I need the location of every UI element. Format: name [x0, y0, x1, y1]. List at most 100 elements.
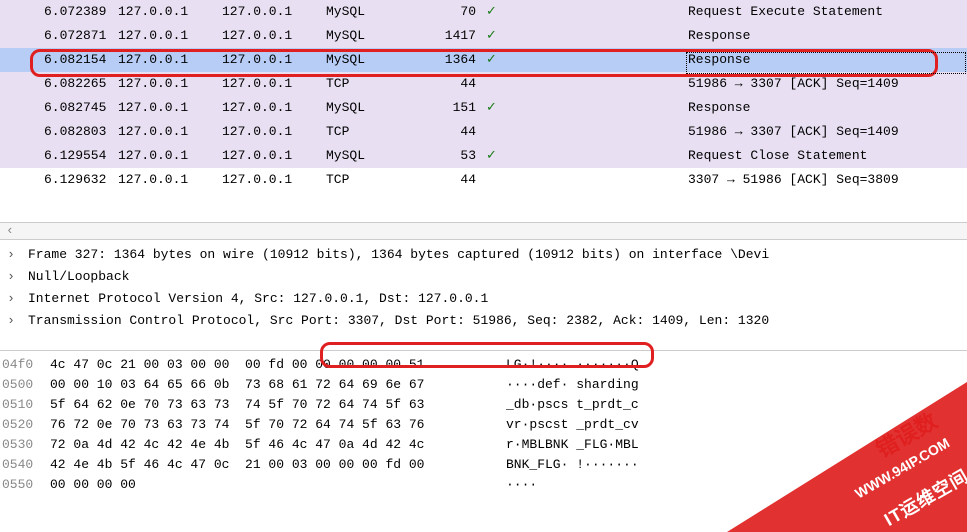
pad [524, 72, 688, 96]
scroll-left-icon[interactable]: ‹ [6, 223, 14, 238]
pad [524, 168, 688, 192]
proto-cell: MySQL [326, 24, 422, 48]
proto-cell: TCP [326, 168, 422, 192]
dst-cell: 127.0.0.1 [222, 72, 326, 96]
info-cell: 51986 → 3307 [ACK] Seq=1409 [688, 120, 967, 144]
proto-cell: MySQL [326, 144, 422, 168]
pad [524, 144, 688, 168]
table-row[interactable]: 6.072871 127.0.0.1 127.0.0.1 MySQL 1417 … [0, 24, 967, 48]
pad [524, 0, 688, 24]
pad [524, 120, 688, 144]
detail-text: Internet Protocol Version 4, Src: 127.0.… [22, 288, 967, 310]
info-cell: 51986 → 3307 [ACK] Seq=1409 [688, 72, 967, 96]
hex-bytes: 4c 47 0c 21 00 03 00 00 00 fd 00 00 00 0… [40, 355, 492, 375]
dst-cell: 127.0.0.1 [222, 48, 326, 72]
hex-offset: 0520 [0, 415, 40, 435]
detail-text: Transmission Control Protocol, Src Port:… [22, 310, 967, 332]
len-cell: 70 [422, 0, 486, 24]
time-cell: 6.072389 [0, 0, 118, 24]
hex-bytes: 76 72 0e 70 73 63 73 74 5f 70 72 64 74 5… [40, 415, 492, 435]
time-cell: 6.082745 [0, 96, 118, 120]
detail-row[interactable]: › Null/Loopback [0, 266, 967, 288]
table-row[interactable]: 6.129632 127.0.0.1 127.0.0.1 TCP 44 3307… [0, 168, 967, 192]
time-cell: 6.082803 [0, 120, 118, 144]
check-icon: ✓ [486, 48, 524, 72]
len-cell: 53 [422, 144, 486, 168]
time-cell: 6.129632 [0, 168, 118, 192]
proto-cell: MySQL [326, 48, 422, 72]
len-cell: 44 [422, 72, 486, 96]
info-cell: Request Close Statement [688, 144, 967, 168]
hex-bytes: 42 4e 4b 5f 46 4c 47 0c 21 00 03 00 00 0… [40, 455, 492, 475]
dst-cell: 127.0.0.1 [222, 24, 326, 48]
hex-offset: 0510 [0, 395, 40, 415]
check-icon: ✓ [486, 144, 524, 168]
proto-cell: TCP [326, 72, 422, 96]
len-cell: 1417 [422, 24, 486, 48]
check-icon [486, 72, 524, 96]
len-cell: 44 [422, 168, 486, 192]
len-cell: 44 [422, 120, 486, 144]
check-icon [486, 168, 524, 192]
table-row[interactable]: 6.072389 127.0.0.1 127.0.0.1 MySQL 70 ✓ … [0, 0, 967, 24]
detail-row[interactable]: › Transmission Control Protocol, Src Por… [0, 310, 967, 332]
time-cell: 6.082154 [0, 48, 118, 72]
src-cell: 127.0.0.1 [118, 48, 222, 72]
expand-icon[interactable]: › [0, 266, 22, 288]
table-row-selected[interactable]: 6.082154 127.0.0.1 127.0.0.1 MySQL 1364 … [0, 48, 967, 72]
hex-bytes: 00 00 00 00 [40, 475, 492, 495]
hex-row[interactable]: 04f0 4c 47 0c 21 00 03 00 00 00 fd 00 00… [0, 355, 967, 375]
len-cell: 1364 [422, 48, 486, 72]
pad [524, 96, 688, 120]
detail-row[interactable]: › Internet Protocol Version 4, Src: 127.… [0, 288, 967, 310]
time-cell: 6.129554 [0, 144, 118, 168]
pad [524, 48, 688, 72]
src-cell: 127.0.0.1 [118, 144, 222, 168]
dst-cell: 127.0.0.1 [222, 120, 326, 144]
hex-offset: 0550 [0, 475, 40, 495]
hex-ascii: LG·!···· ·······Q [492, 355, 967, 375]
hex-offset: 0530 [0, 435, 40, 455]
info-cell: 3307 → 51986 [ACK] Seq=3809 [688, 168, 967, 192]
detail-row[interactable]: › Frame 327: 1364 bytes on wire (10912 b… [0, 244, 967, 266]
time-cell: 6.082265 [0, 72, 118, 96]
scrollbar-horizontal[interactable]: ‹ [0, 222, 967, 240]
table-row[interactable]: 6.082265 127.0.0.1 127.0.0.1 TCP 44 5198… [0, 72, 967, 96]
time-cell: 6.072871 [0, 24, 118, 48]
pad [524, 24, 688, 48]
proto-cell: MySQL [326, 0, 422, 24]
hex-bytes: 72 0a 4d 42 4c 42 4e 4b 5f 46 4c 47 0a 4… [40, 435, 492, 455]
dst-cell: 127.0.0.1 [222, 168, 326, 192]
packet-details[interactable]: › Frame 327: 1364 bytes on wire (10912 b… [0, 240, 967, 332]
hex-offset: 04f0 [0, 355, 40, 375]
expand-icon[interactable]: › [0, 288, 22, 310]
info-cell: Request Execute Statement [688, 0, 967, 24]
src-cell: 127.0.0.1 [118, 168, 222, 192]
packet-list[interactable]: 6.072389 127.0.0.1 127.0.0.1 MySQL 70 ✓ … [0, 0, 967, 192]
detail-text: Null/Loopback [22, 266, 967, 288]
hex-offset: 0500 [0, 375, 40, 395]
expand-icon[interactable]: › [0, 310, 22, 332]
check-icon: ✓ [486, 96, 524, 120]
hex-bytes: 5f 64 62 0e 70 73 63 73 74 5f 70 72 64 7… [40, 395, 492, 415]
src-cell: 127.0.0.1 [118, 120, 222, 144]
len-cell: 151 [422, 96, 486, 120]
src-cell: 127.0.0.1 [118, 24, 222, 48]
info-cell: Response [688, 48, 967, 72]
dst-cell: 127.0.0.1 [222, 96, 326, 120]
table-row[interactable]: 6.082803 127.0.0.1 127.0.0.1 TCP 44 5198… [0, 120, 967, 144]
check-icon [486, 120, 524, 144]
src-cell: 127.0.0.1 [118, 0, 222, 24]
proto-cell: MySQL [326, 96, 422, 120]
proto-cell: TCP [326, 120, 422, 144]
info-cell: Response [688, 24, 967, 48]
check-icon: ✓ [486, 0, 524, 24]
check-icon: ✓ [486, 24, 524, 48]
dst-cell: 127.0.0.1 [222, 0, 326, 24]
table-row[interactable]: 6.129554 127.0.0.1 127.0.0.1 MySQL 53 ✓ … [0, 144, 967, 168]
dst-cell: 127.0.0.1 [222, 144, 326, 168]
hex-offset: 0540 [0, 455, 40, 475]
info-cell: Response [688, 96, 967, 120]
expand-icon[interactable]: › [0, 244, 22, 266]
table-row[interactable]: 6.082745 127.0.0.1 127.0.0.1 MySQL 151 ✓… [0, 96, 967, 120]
